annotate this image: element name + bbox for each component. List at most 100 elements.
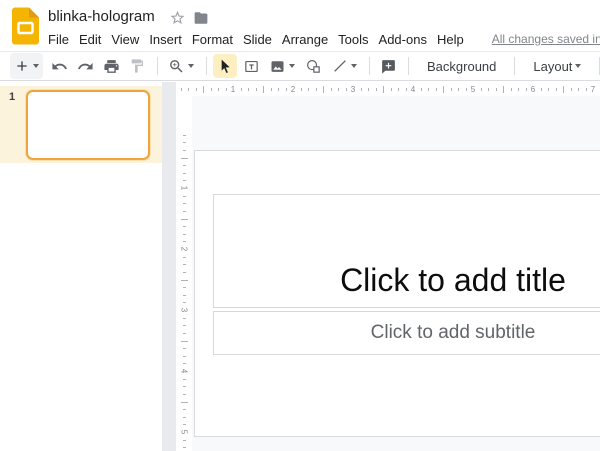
ruler-tick — [183, 211, 186, 212]
ruler-tick — [183, 173, 186, 174]
layout-button-label: Layout — [533, 59, 572, 74]
ruler-tick — [578, 88, 579, 91]
menu-file[interactable]: File — [48, 32, 69, 47]
line-tool-button[interactable] — [327, 54, 361, 78]
ruler-tick — [526, 88, 527, 91]
ruler-tick — [181, 88, 182, 91]
new-slide-button[interactable] — [10, 53, 43, 79]
horizontal-ruler[interactable]: 1234567 — [176, 83, 600, 96]
ruler-tick — [383, 86, 384, 93]
ruler-tick — [458, 88, 459, 91]
chevron-down-icon — [575, 64, 581, 68]
menu-insert[interactable]: Insert — [149, 32, 182, 47]
subtitle-placeholder-text: Click to add subtitle — [371, 322, 536, 344]
ruler-tick — [183, 234, 186, 235]
ruler-tick — [183, 325, 186, 326]
shape-button[interactable] — [301, 54, 325, 78]
menu-arrange[interactable]: Arrange — [282, 32, 328, 47]
ruler-tick — [226, 88, 227, 91]
ruler-tick — [421, 88, 422, 91]
save-status[interactable]: All changes saved in Drive — [492, 32, 600, 46]
ruler-tick — [183, 196, 186, 197]
vertical-ruler[interactable]: 12345 — [176, 96, 192, 451]
menu-bar: File Edit View Insert Format Slide Arrange Tool… — [48, 29, 600, 49]
ruler-tick — [263, 86, 264, 93]
ruler-tick — [211, 88, 212, 91]
print-button[interactable] — [99, 54, 123, 78]
ruler-tick — [511, 88, 512, 91]
hruler-number-2: 2 — [291, 85, 295, 94]
ruler-tick — [183, 447, 186, 448]
toolbar-divider — [157, 57, 158, 75]
slide-number: 1 — [9, 91, 15, 103]
ruler-tick — [183, 440, 186, 441]
layout-button[interactable]: Layout — [521, 59, 593, 74]
insert-comment-button[interactable] — [376, 54, 400, 78]
ruler-tick — [241, 88, 242, 91]
toolbar: Background Layout Theme Transition — [0, 52, 600, 81]
toolbar-divider — [206, 57, 207, 75]
ruler-tick — [428, 88, 429, 91]
menu-view[interactable]: View — [111, 32, 139, 47]
chevron-down-icon — [188, 64, 194, 68]
ruler-tick — [203, 86, 204, 93]
zoom-button[interactable] — [164, 54, 198, 78]
ruler-tick — [196, 88, 197, 91]
menu-slide[interactable]: Slide — [243, 32, 272, 47]
paint-format-button[interactable] — [125, 54, 149, 78]
ruler-tick — [338, 88, 339, 91]
ruler-tick — [183, 295, 186, 296]
hruler-number-5: 5 — [471, 85, 475, 94]
chevron-down-icon — [33, 64, 39, 68]
chevron-down-icon — [351, 64, 357, 68]
ruler-tick — [571, 88, 572, 91]
ruler-tick — [183, 264, 186, 265]
toolbar-divider — [408, 57, 409, 75]
menu-help[interactable]: Help — [437, 32, 464, 47]
slides-logo-icon[interactable] — [12, 7, 39, 45]
star-icon[interactable] — [170, 10, 185, 25]
title-placeholder[interactable]: Click to add title — [213, 194, 600, 308]
ruler-tick — [188, 88, 189, 91]
menu-format[interactable]: Format — [192, 32, 233, 47]
ruler-tick — [181, 402, 188, 403]
ruler-tick — [183, 424, 186, 425]
ruler-tick — [183, 165, 186, 166]
toolbar-divider — [514, 57, 515, 75]
toolbar-divider — [369, 57, 370, 75]
ruler-tick — [183, 379, 186, 380]
menu-tools[interactable]: Tools — [338, 32, 368, 47]
move-to-folder-icon[interactable] — [193, 11, 209, 25]
document-title[interactable]: blinka-hologram — [48, 8, 155, 25]
ruler-tick — [563, 86, 564, 93]
ruler-tick — [183, 318, 186, 319]
undo-button[interactable] — [47, 54, 71, 78]
background-button[interactable]: Background — [415, 59, 508, 74]
slide-page[interactable]: Click to add title Click to add subtitle — [194, 150, 600, 437]
ruler-tick — [331, 88, 332, 91]
slide-1-thumbnail[interactable] — [26, 90, 150, 160]
ruler-tick — [556, 88, 557, 91]
filmstrip-slide-1[interactable]: 1 — [0, 86, 162, 163]
ruler-tick — [183, 333, 186, 334]
ruler-tick — [183, 150, 186, 151]
ruler-tick — [308, 88, 309, 91]
filmstrip-canvas-gutter — [162, 82, 176, 451]
ruler-tick — [346, 88, 347, 91]
ruler-tick — [183, 272, 186, 273]
slide-canvas[interactable]: Click to add title Click to add subtitle — [192, 96, 600, 451]
select-tool-button[interactable] — [213, 54, 237, 78]
redo-button[interactable] — [73, 54, 97, 78]
menu-add-ons[interactable]: Add-ons — [379, 32, 427, 47]
ruler-tick — [278, 88, 279, 91]
menu-edit[interactable]: Edit — [79, 32, 101, 47]
insert-image-button[interactable] — [265, 54, 299, 78]
header: blinka-hologram File Edit View Insert Format… — [0, 0, 600, 52]
ruler-tick — [436, 88, 437, 91]
ruler-tick — [183, 417, 186, 418]
ruler-tick — [391, 88, 392, 91]
ruler-tick — [443, 86, 444, 93]
text-box-button[interactable] — [239, 54, 263, 78]
ruler-tick — [183, 348, 186, 349]
subtitle-placeholder[interactable]: Click to add subtitle — [213, 311, 600, 355]
